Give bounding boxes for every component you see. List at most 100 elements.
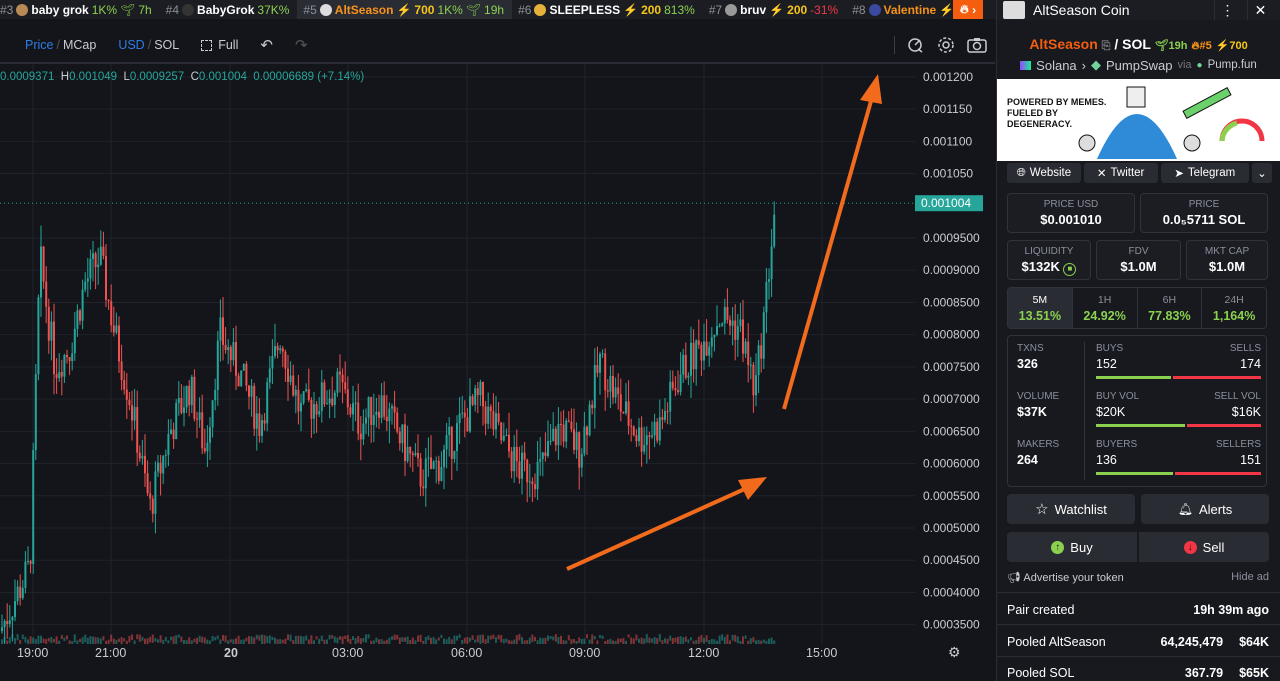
candle-body xyxy=(240,370,243,387)
chart-canvas[interactable]: 0.001200 0.001150 0.001100 0.001050 0.000950… xyxy=(0,64,995,651)
candle-body xyxy=(53,321,55,375)
currency-toggle[interactable]: USD / SOL xyxy=(118,38,179,52)
volume-bar xyxy=(102,636,105,641)
candle-body xyxy=(47,306,50,341)
candle-body xyxy=(510,451,513,472)
trending-item-3[interactable]: #3 baby grok 1K% 🌱︎ 7h xyxy=(0,0,160,19)
mcap-box: MKT CAP $1.0M xyxy=(1186,240,1268,280)
trending-item-7[interactable]: #7 bruv ⚡ 200 -31% xyxy=(703,0,846,19)
candle-body xyxy=(203,448,206,452)
fullscreen-button[interactable]: Full xyxy=(201,38,238,52)
tab-1h[interactable]: 1H 24.92% xyxy=(1073,288,1138,328)
pill-icon: ● xyxy=(1196,59,1203,71)
camera-icon[interactable] xyxy=(967,36,987,54)
candle-body xyxy=(164,454,167,457)
trending-item-5[interactable]: #5 AltSeason ⚡ 700 1K% 🌱︎ 19h xyxy=(297,0,513,19)
price-chart[interactable]: 0.001200 0.001150 0.001100 0.001050 0.000950… xyxy=(0,62,995,651)
candle-body xyxy=(112,325,115,333)
trending-item-6[interactable]: #6 SLEEPLESS ⚡ 200 813% xyxy=(512,0,703,19)
volume-bar xyxy=(547,635,549,641)
candle-body xyxy=(640,427,643,452)
high-value: 0.001049 xyxy=(69,71,118,83)
candle-body xyxy=(463,412,466,418)
candle-body xyxy=(341,374,344,383)
website-link[interactable]: 🌐︎ Website xyxy=(1007,163,1081,183)
candle-body xyxy=(562,424,565,442)
volume-bar xyxy=(222,634,224,641)
volume-bar xyxy=(393,634,396,641)
candle-body xyxy=(294,389,297,396)
volume-bar xyxy=(315,636,318,640)
pair-line: AltSeason ⎘ / SOL 🌱︎19h 🔥︎#5 ⚡700 xyxy=(1029,36,1248,52)
copy-icon[interactable]: ⎘ xyxy=(1102,40,1111,52)
candle-body xyxy=(170,429,172,435)
candle-body xyxy=(531,481,534,485)
buy-button[interactable]: ↑ Buy xyxy=(1007,532,1137,562)
y-tick-label: 0.001100 xyxy=(923,134,972,148)
axis-settings-icon[interactable]: ⚙ xyxy=(948,644,961,661)
tab-24h[interactable]: 24H 1,164% xyxy=(1202,288,1266,328)
close-button[interactable]: ✕ xyxy=(1247,0,1273,20)
sell-button[interactable]: ↓ Sell xyxy=(1139,532,1269,562)
price-mcap-toggle[interactable]: Price / MCap xyxy=(25,38,96,52)
pooled-base-label: Pooled AltSeason xyxy=(1007,635,1106,649)
candle-body xyxy=(253,385,256,429)
divider xyxy=(997,624,1280,625)
volume-bar xyxy=(1096,424,1261,427)
redo-button[interactable]: ↷ xyxy=(295,36,308,54)
chain-breadcrumb: Solana › ◆ PumpSwap via ● Pump.fun xyxy=(997,57,1280,73)
trending-item-4[interactable]: #4 BabyGrok 37K% xyxy=(160,0,298,19)
pair-age: 19h xyxy=(1168,40,1188,52)
hide-ad-link[interactable]: Hide ad xyxy=(1231,571,1269,584)
candle-body xyxy=(55,374,58,379)
candle-body xyxy=(521,452,523,479)
alerts-button[interactable]: 🔔︎ Alerts xyxy=(1141,494,1269,524)
candle-body xyxy=(547,441,549,457)
candle-body xyxy=(664,411,666,420)
volume-bar xyxy=(255,634,258,640)
twitter-link[interactable]: ✕ Twitter xyxy=(1083,163,1158,183)
telegram-link[interactable]: ➤ Telegram xyxy=(1160,163,1249,183)
tab-6h[interactable]: 6H 77.83% xyxy=(1138,288,1203,328)
bell-icon: 🔔︎ xyxy=(1177,502,1193,516)
y-tick-label: 0.0007000 xyxy=(923,392,980,406)
candle-body xyxy=(318,411,321,415)
candle-body xyxy=(497,413,500,423)
timeframe-tabs: 5M 13.51% 1H 24.92% 6H 77.83% 24H 1,164% xyxy=(1007,287,1267,329)
more-menu-button[interactable]: ⋮ xyxy=(1214,0,1240,20)
chain-name[interactable]: Solana xyxy=(1036,58,1076,73)
launchpad-name[interactable]: Pump.fun xyxy=(1208,59,1257,71)
candle-body xyxy=(760,345,763,359)
dex-name[interactable]: PumpSwap xyxy=(1106,58,1172,73)
usd-option[interactable]: USD xyxy=(118,38,144,52)
volume-bar xyxy=(427,635,430,641)
candle-body xyxy=(375,411,378,416)
sol-option[interactable]: SOL xyxy=(154,38,179,52)
divider xyxy=(894,36,895,54)
tab-5m[interactable]: 5M 13.51% xyxy=(1008,288,1073,328)
volume-bar xyxy=(734,634,737,642)
x-tick-label: 19:00 xyxy=(17,646,49,660)
candle-body xyxy=(8,620,11,624)
candle-body xyxy=(601,353,604,355)
gear-icon[interactable] xyxy=(937,36,955,54)
price-option[interactable]: Price xyxy=(25,38,53,52)
volume-bar xyxy=(417,635,419,642)
sell-label: Sell xyxy=(1202,539,1225,555)
candle-body xyxy=(320,382,323,412)
mcap-option[interactable]: MCap xyxy=(63,38,96,52)
candle-body xyxy=(419,458,422,487)
candle-body xyxy=(263,420,266,424)
candle-body xyxy=(731,320,734,326)
pooled-sol-row: Pooled SOL 367.79 $65K xyxy=(1007,666,1269,680)
candle-body xyxy=(567,420,570,422)
undo-button[interactable]: ↶ xyxy=(260,36,273,54)
buyers-value: 136 xyxy=(1096,453,1117,467)
candle-body xyxy=(414,452,417,456)
trending-next-button[interactable]: 🔥︎ › xyxy=(953,0,983,19)
candle-body xyxy=(250,385,253,397)
indicator-icon[interactable] xyxy=(907,36,925,54)
links-dropdown[interactable]: ⌄ xyxy=(1252,163,1272,183)
watchlist-button[interactable]: ☆ Watchlist xyxy=(1007,494,1135,524)
advertise-link[interactable]: 📢︎ Advertise your token xyxy=(1007,571,1124,584)
